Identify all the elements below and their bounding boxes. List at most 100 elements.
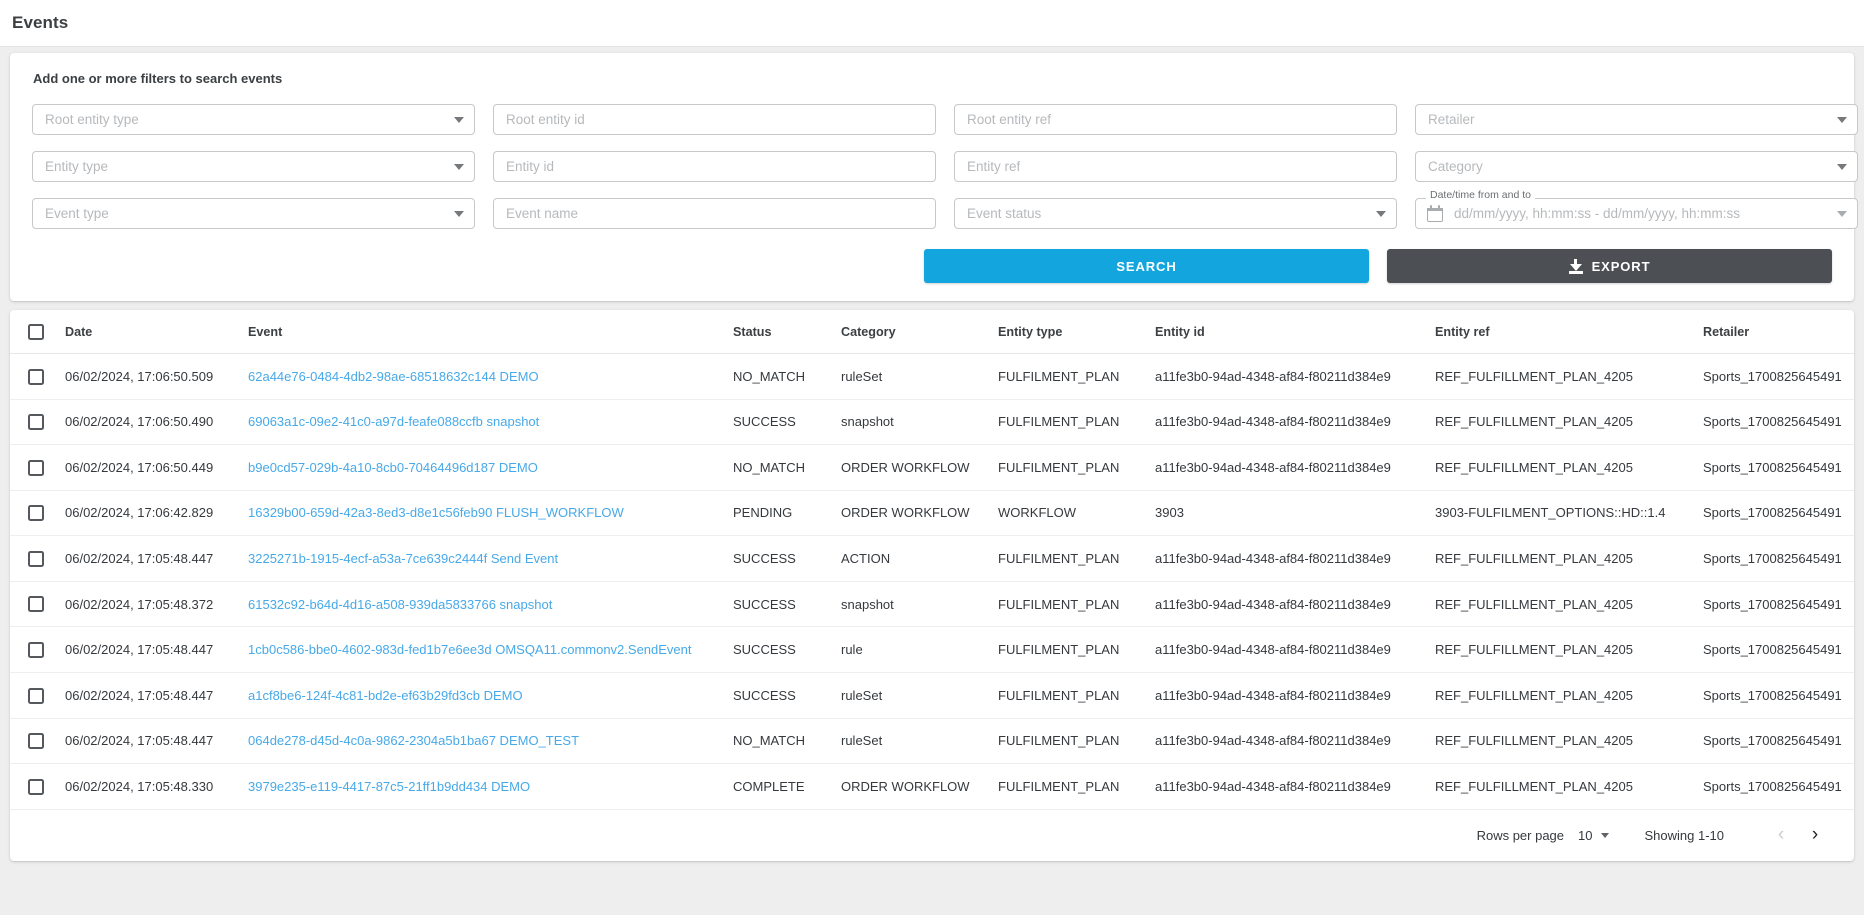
column-header-event[interactable]: Event — [248, 310, 733, 354]
row-checkbox[interactable] — [28, 414, 44, 430]
rows-per-page-value: 10 — [1578, 828, 1592, 843]
cell-entity-id: 3903 — [1155, 490, 1435, 536]
cell-entity-ref: 3903-FULFILMENT_OPTIONS::HD::1.4 — [1435, 490, 1703, 536]
column-header-entity-ref[interactable]: Entity ref — [1435, 310, 1703, 354]
chevron-down-icon[interactable] — [1376, 211, 1386, 217]
cell-event: 61532c92-b64d-4d16-a508-939da5833766 sna… — [248, 581, 733, 627]
cell-date: 06/02/2024, 17:05:48.372 — [65, 581, 248, 627]
select-all-header — [10, 310, 65, 354]
search-button[interactable]: SEARCH — [924, 249, 1369, 283]
cell-event: 1cb0c586-bbe0-4602-983d-fed1b7e6ee3d OMS… — [248, 627, 733, 673]
row-checkbox[interactable] — [28, 733, 44, 749]
filter-entity-type-label: Entity type — [45, 159, 108, 174]
row-select-cell — [10, 764, 65, 809]
cell-entity-type: FULFILMENT_PLAN — [998, 581, 1155, 627]
filter-event-name[interactable]: Event name — [493, 198, 936, 229]
event-link[interactable]: 3979e235-e119-4417-87c5-21ff1b9dd434 DEM… — [248, 779, 530, 794]
chevron-down-icon[interactable] — [454, 164, 464, 170]
cell-date: 06/02/2024, 17:05:48.330 — [65, 764, 248, 809]
rows-per-page-select[interactable]: 10 — [1578, 828, 1608, 843]
table-row: 06/02/2024, 17:06:50.50962a44e76-0484-4d… — [10, 354, 1854, 400]
chevron-down-icon[interactable] — [1837, 164, 1847, 170]
cell-event: 16329b00-659d-42a3-8ed3-d8e1c56feb90 FLU… — [248, 490, 733, 536]
event-link[interactable]: 064de278-d45d-4c0a-9862-2304a5b1ba67 DEM… — [248, 733, 579, 748]
row-select-cell — [10, 718, 65, 764]
row-checkbox[interactable] — [28, 688, 44, 704]
cell-event: 3979e235-e119-4417-87c5-21ff1b9dd434 DEM… — [248, 764, 733, 809]
calendar-icon — [1426, 205, 1445, 223]
event-link[interactable]: 62a44e76-0484-4db2-98ae-68518632c144 DEM… — [248, 369, 539, 384]
cell-entity-ref: REF_FULFILLMENT_PLAN_4205 — [1435, 627, 1703, 673]
filter-entity-type[interactable]: Entity type — [32, 151, 475, 182]
column-header-status[interactable]: Status — [733, 310, 841, 354]
filter-entity-ref-label: Entity ref — [967, 159, 1020, 174]
cell-category: ACTION — [841, 536, 998, 582]
table-row: 06/02/2024, 17:05:48.447064de278-d45d-4c… — [10, 718, 1854, 764]
chevron-right-icon[interactable]: › — [1798, 818, 1832, 852]
cell-entity-ref: REF_FULFILLMENT_PLAN_4205 — [1435, 445, 1703, 491]
column-header-entity-type[interactable]: Entity type — [998, 310, 1155, 354]
cell-category: ruleSet — [841, 718, 998, 764]
filter-entity-ref[interactable]: Entity ref — [954, 151, 1397, 182]
chevron-left-icon[interactable]: ‹ — [1764, 818, 1798, 852]
row-checkbox[interactable] — [28, 551, 44, 567]
row-checkbox[interactable] — [28, 369, 44, 385]
event-link[interactable]: b9e0cd57-029b-4a10-8cb0-70464496d187 DEM… — [248, 460, 538, 475]
export-button[interactable]: EXPORT — [1387, 249, 1832, 283]
filter-root-entity-ref[interactable]: Root entity ref — [954, 104, 1397, 135]
cell-event: b9e0cd57-029b-4a10-8cb0-70464496d187 DEM… — [248, 445, 733, 491]
cell-category: ruleSet — [841, 672, 998, 718]
cell-status: NO_MATCH — [733, 718, 841, 764]
filter-category[interactable]: Category — [1415, 151, 1858, 182]
cell-status: COMPLETE — [733, 764, 841, 809]
cell-category: ORDER WORKFLOW — [841, 490, 998, 536]
filter-event-name-label: Event name — [506, 206, 578, 221]
filter-retailer[interactable]: Retailer — [1415, 104, 1858, 135]
chevron-down-icon[interactable] — [454, 117, 464, 123]
row-checkbox[interactable] — [28, 642, 44, 658]
row-select-cell — [10, 627, 65, 673]
events-table-body: 06/02/2024, 17:06:50.50962a44e76-0484-4d… — [10, 354, 1854, 809]
cell-entity-type: FULFILMENT_PLAN — [998, 672, 1155, 718]
filter-root-entity-id-label: Root entity id — [506, 112, 585, 127]
filter-root-entity-type[interactable]: Root entity type — [32, 104, 475, 135]
chevron-down-icon[interactable] — [454, 211, 464, 217]
cell-entity-id: a11fe3b0-94ad-4348-af84-f80211d384e9 — [1155, 581, 1435, 627]
cell-entity-type: FULFILMENT_PLAN — [998, 399, 1155, 445]
cell-date: 06/02/2024, 17:05:48.447 — [65, 627, 248, 673]
event-link[interactable]: 3225271b-1915-4ecf-a53a-7ce639c2444f Sen… — [248, 551, 558, 566]
row-select-cell — [10, 581, 65, 627]
cell-entity-id: a11fe3b0-94ad-4348-af84-f80211d384e9 — [1155, 399, 1435, 445]
cell-retailer: Sports_1700825645491 — [1703, 490, 1854, 536]
row-select-cell — [10, 672, 65, 718]
row-checkbox[interactable] — [28, 596, 44, 612]
chevron-down-icon[interactable] — [1837, 211, 1847, 217]
cell-entity-type: FULFILMENT_PLAN — [998, 718, 1155, 764]
event-link[interactable]: 16329b00-659d-42a3-8ed3-d8e1c56feb90 FLU… — [248, 505, 624, 520]
event-link[interactable]: 61532c92-b64d-4d16-a508-939da5833766 sna… — [248, 597, 552, 612]
row-checkbox[interactable] — [28, 505, 44, 521]
filter-entity-id[interactable]: Entity id — [493, 151, 936, 182]
table-row: 06/02/2024, 17:06:42.82916329b00-659d-42… — [10, 490, 1854, 536]
cell-date: 06/02/2024, 17:06:42.829 — [65, 490, 248, 536]
column-header-category[interactable]: Category — [841, 310, 998, 354]
event-link[interactable]: a1cf8be6-124f-4c81-bd2e-ef63b29fd3cb DEM… — [248, 688, 523, 703]
row-checkbox[interactable] — [28, 460, 44, 476]
filter-event-type[interactable]: Event type — [32, 198, 475, 229]
cell-category: rule — [841, 627, 998, 673]
filter-actions: SEARCH EXPORT — [32, 249, 1832, 283]
event-link[interactable]: 69063a1c-09e2-41c0-a97d-feafe088ccfb sna… — [248, 414, 539, 429]
row-checkbox[interactable] — [28, 779, 44, 795]
event-link[interactable]: 1cb0c586-bbe0-4602-983d-fed1b7e6ee3d OMS… — [248, 642, 692, 657]
select-all-checkbox[interactable] — [28, 324, 44, 340]
cell-retailer: Sports_1700825645491 — [1703, 445, 1854, 491]
column-header-retailer[interactable]: Retailer — [1703, 310, 1854, 354]
filter-entity-id-label: Entity id — [506, 159, 554, 174]
column-header-date[interactable]: Date — [65, 310, 248, 354]
filter-root-entity-id[interactable]: Root entity id — [493, 104, 936, 135]
filter-datetime-range[interactable]: Date/time from and to dd/mm/yyyy, hh:mm:… — [1415, 198, 1858, 229]
chevron-down-icon[interactable] — [1837, 117, 1847, 123]
column-header-entity-id[interactable]: Entity id — [1155, 310, 1435, 354]
export-button-label: EXPORT — [1592, 259, 1651, 274]
filter-event-status[interactable]: Event status — [954, 198, 1397, 229]
